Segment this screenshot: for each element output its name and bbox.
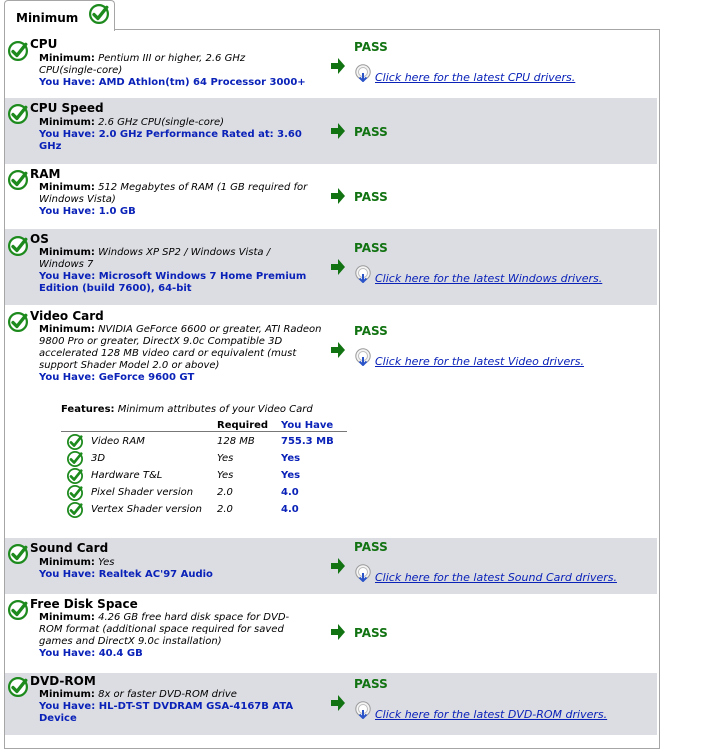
you-have-text: You Have: 40.4 GB [39,648,143,659]
you-have-text: You Have: Microsoft Windows 7 Home Premi… [39,271,307,294]
minimum-text: Minimum: 8x or faster DVD-ROM drive [39,689,237,700]
component-title: Free Disk Space [30,597,138,611]
driver-link[interactable]: Click here for the latest Sound Card dri… [375,571,617,584]
feature-name: Video RAM [91,436,145,447]
pass-status: PASS [354,626,388,640]
check-icon [67,451,83,467]
component-title: DVD-ROM [30,674,96,688]
check-icon [8,312,28,332]
feature-name: Pixel Shader version [91,487,194,498]
arrow-right-icon [331,188,345,204]
you-have-text: You Have: GeForce 9600 GT [39,372,195,383]
feature-name: 3D [91,453,106,464]
features-caption: Features: Minimum attributes of your Vid… [61,404,313,415]
check-icon [67,485,83,501]
you-have-text: You Have: Realtek AC'97 Audio [39,569,213,580]
you-have-text: You Have: 2.0 GHz Performance Rated at: … [39,129,302,152]
feature-have: 4.0 [281,487,299,498]
check-icon [8,600,28,620]
feature-have: 4.0 [281,504,299,515]
feature-row: 3D Yes Yes [61,451,361,468]
pass-status: PASS [354,324,388,338]
check-icon [67,434,83,450]
download-icon[interactable] [354,348,372,366]
feature-have: 755.3 MB [281,436,334,447]
feature-row: Pixel Shader version 2.0 4.0 [61,485,361,502]
feature-required: 2.0 [217,504,233,515]
check-icon [67,502,83,518]
component-title: CPU [30,37,58,51]
check-icon [8,170,28,190]
component-title: RAM [30,167,61,181]
minimum-text: Minimum: 512 Megabytes of RAM (1 GB requ… [39,182,308,205]
check-icon [8,677,28,697]
arrow-right-icon [331,58,345,74]
driver-link[interactable]: Click here for the latest CPU drivers. [375,71,575,84]
feature-required: 2.0 [217,487,233,498]
tab-minimum[interactable]: Minimum [4,0,115,31]
feature-name: Vertex Shader version [91,504,202,515]
features-divider [61,431,347,432]
minimum-text: Minimum: Pentium III or higher, 2.6 GHz … [39,53,246,76]
you-have-text: You Have: AMD Athlon(tm) 64 Processor 30… [39,77,306,88]
component-title: CPU Speed [30,101,104,115]
download-icon[interactable] [354,564,372,582]
minimum-text: Minimum: Yes [39,557,115,568]
arrow-right-icon [331,342,345,358]
minimum-text: Minimum: Windows XP SP2 / Windows Vista … [39,247,271,270]
check-icon [89,4,109,24]
column-you-have: You Have [281,420,334,431]
download-icon[interactable] [354,701,372,719]
pass-status: PASS [354,125,388,139]
download-icon[interactable] [354,64,372,82]
arrow-right-icon [331,558,345,574]
driver-link[interactable]: Click here for the latest Windows driver… [375,272,602,285]
driver-link[interactable]: Click here for the latest Video drivers. [375,355,584,368]
column-required: Required [217,420,269,431]
check-icon [8,544,28,564]
check-icon [8,236,28,256]
feature-row: Video RAM 128 MB 755.3 MB [61,434,361,451]
arrow-right-icon [331,624,345,640]
driver-link[interactable]: Click here for the latest DVD-ROM driver… [375,708,607,721]
component-title: Video Card [30,309,104,323]
pass-status: PASS [354,190,388,204]
feature-name: Hardware T&L [91,470,163,481]
you-have-text: You Have: HL-DT-ST DVDRAM GSA-4167B ATA … [39,701,294,724]
feature-required: Yes [217,470,234,481]
pass-status: PASS [354,540,388,554]
arrow-right-icon [331,695,345,711]
you-have-text: You Have: 1.0 GB [39,206,136,217]
minimum-text: Minimum: NVIDIA GeForce 6600 or greater,… [39,324,322,371]
pass-status: PASS [354,677,388,691]
feature-row: Hardware T&L Yes Yes [61,468,361,485]
feature-row: Vertex Shader version 2.0 4.0 [61,502,361,519]
feature-have: Yes [281,470,301,481]
pass-status: PASS [354,241,388,255]
check-icon [8,41,28,61]
check-icon [67,468,83,484]
arrow-right-icon [331,259,345,275]
feature-required: Yes [217,453,234,464]
check-icon [8,104,28,124]
feature-have: Yes [281,453,301,464]
component-title: Sound Card [30,541,109,555]
component-title: OS [30,232,49,246]
minimum-text: Minimum: 2.6 GHz CPU(single-core) [39,117,225,128]
feature-required: 128 MB [217,436,255,447]
arrow-right-icon [331,123,345,139]
pass-status: PASS [354,40,388,54]
download-icon[interactable] [354,265,372,283]
tab-label: Minimum [16,11,79,25]
minimum-text: Minimum: 4.26 GB free hard disk space fo… [39,612,290,647]
